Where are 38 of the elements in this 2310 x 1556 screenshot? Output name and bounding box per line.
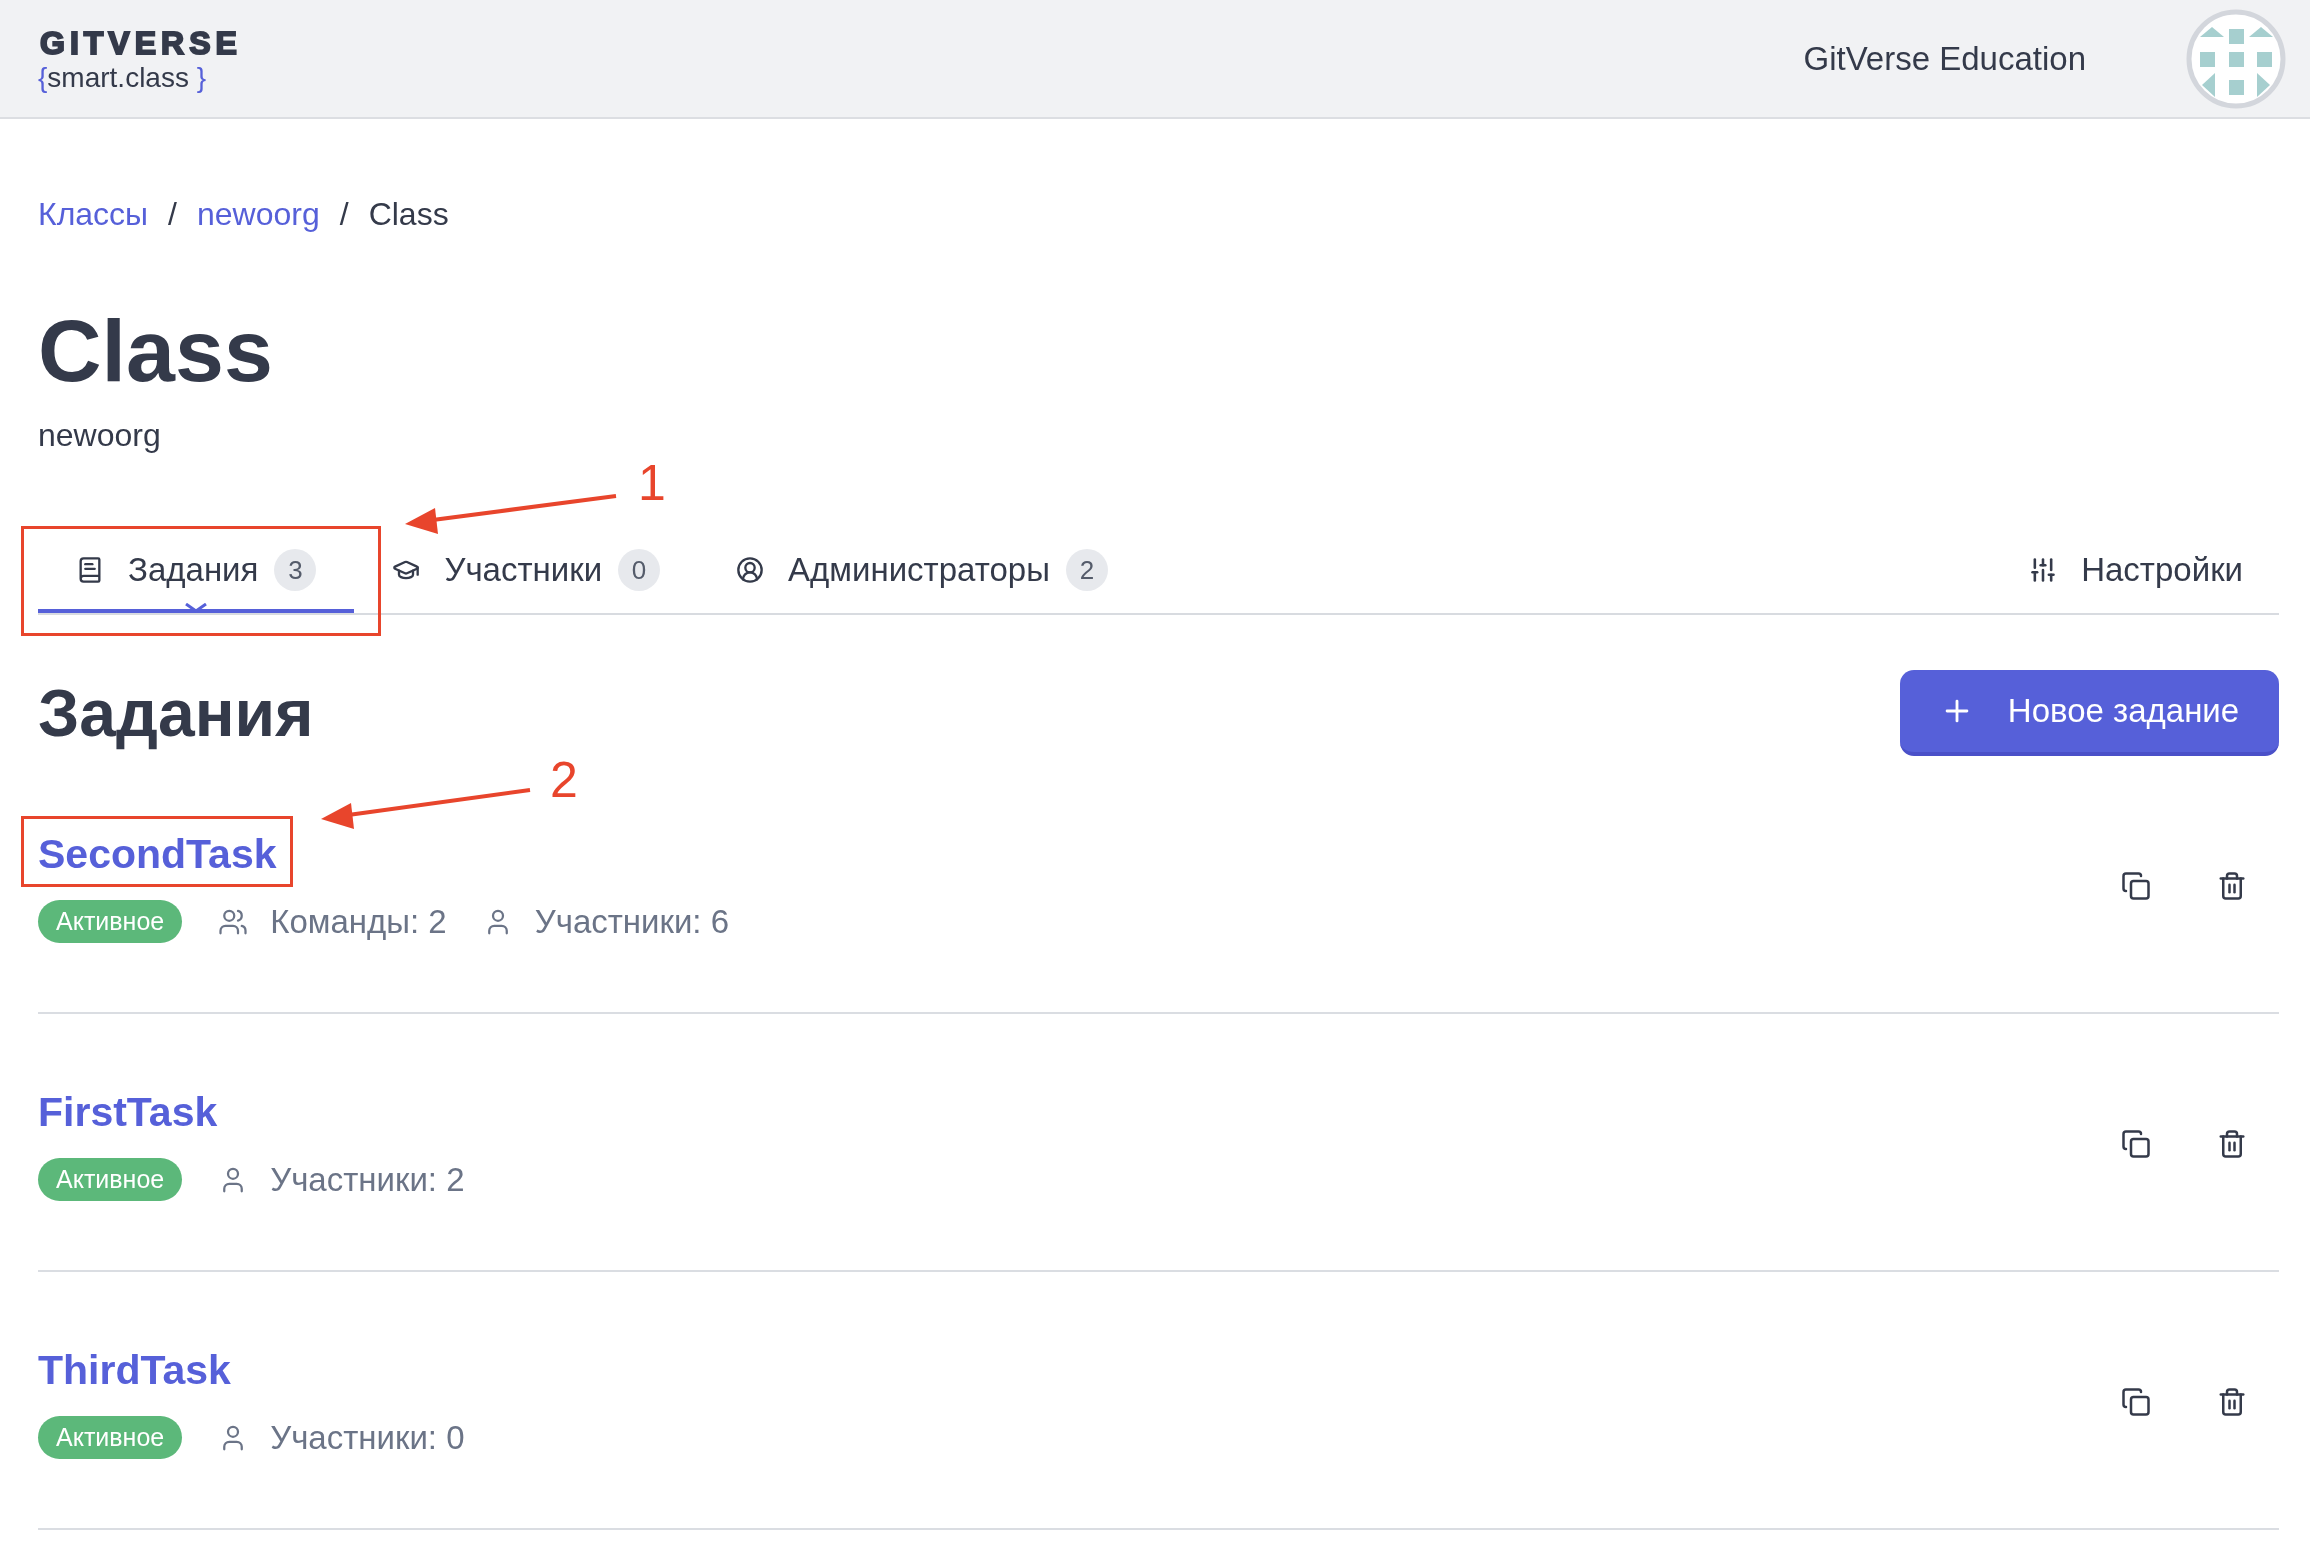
breadcrumb-separator: / (168, 195, 177, 234)
trash-icon[interactable] (2217, 1129, 2247, 1159)
task-title-link[interactable]: ThirdTask (38, 1345, 231, 1395)
breadcrumb-separator: / (339, 195, 349, 234)
task-meta-text: Участники: 6 (534, 901, 730, 942)
tab[interactable]: Задания 3 (38, 531, 355, 613)
tab[interactable]: Администраторы 2 (698, 531, 1146, 613)
breadcrumb-current: Class (368, 195, 449, 234)
breadcrumb-link[interactable]: Классы (38, 190, 149, 238)
section-title: Задания (38, 675, 314, 752)
tab[interactable]: Участники 0 (354, 531, 699, 613)
trash-icon[interactable] (2217, 1387, 2247, 1417)
task-title-link[interactable]: FirstTask (38, 1087, 218, 1137)
settings-icon (2029, 556, 2058, 584)
task-meta-text: Участники: 2 (270, 1159, 465, 1200)
status-badge: Активное (38, 900, 183, 943)
status-badge: Активное (38, 1416, 183, 1459)
annotation-number: 2 (550, 752, 578, 808)
count-badge: 3 (274, 549, 317, 591)
settings-tab[interactable]: Настройки (1993, 531, 2279, 613)
task-meta-text: Команды: 2 (270, 901, 447, 942)
annotation-number: 1 (638, 455, 666, 511)
logo[interactable]: GITVERSE {smart.class } (38, 23, 244, 94)
organization-name: GitVerse Education (1803, 38, 2086, 79)
copy-icon[interactable] (2121, 1387, 2151, 1417)
copy-icon[interactable] (2121, 1129, 2151, 1159)
status-badge: Активное (38, 1158, 183, 1201)
count-badge: 0 (618, 549, 661, 591)
trash-icon[interactable] (2217, 871, 2247, 901)
new-task-button[interactable]: Новое задание (1900, 670, 2279, 756)
task-meta-text: Участники: 0 (270, 1417, 465, 1458)
count-badge: 2 (1065, 549, 1108, 591)
page-subtitle: newoorg (38, 416, 162, 455)
breadcrumb-link[interactable]: newoorg (197, 190, 320, 238)
task-title-link[interactable]: SecondTask (38, 829, 277, 879)
copy-icon[interactable] (2121, 871, 2151, 901)
user-circle-icon (736, 556, 765, 584)
page-title: Class (38, 301, 274, 401)
